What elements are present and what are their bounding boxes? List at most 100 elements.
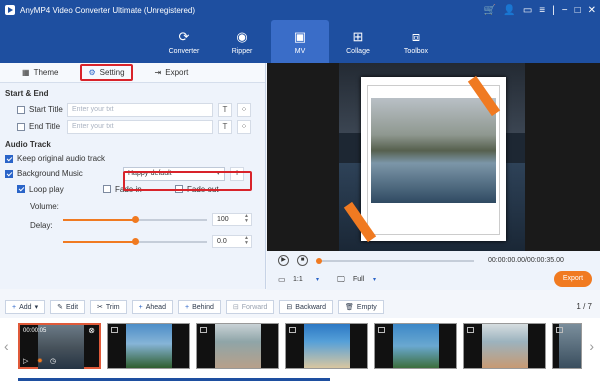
- nav-toolbox[interactable]: ⧈ Toolbox: [387, 20, 445, 63]
- aspect-ratio-select[interactable]: 1:1: [293, 276, 303, 283]
- timeline-clip[interactable]: [107, 323, 190, 369]
- scissors-icon: ✂: [97, 304, 103, 311]
- keep-audio-label: Keep original audio track: [17, 154, 106, 163]
- export-button[interactable]: Export: [554, 271, 592, 287]
- export-icon: ⇥: [154, 68, 162, 77]
- effect-icon[interactable]: ✹: [37, 357, 43, 365]
- start-title-label: Start Title: [29, 105, 63, 114]
- start-title-input[interactable]: Enter your txt: [67, 102, 213, 117]
- bg-music-checkbox[interactable]: [5, 169, 13, 178]
- backward-icon: ⊟: [286, 304, 293, 311]
- keep-audio-row: Keep original audio track: [5, 151, 265, 166]
- backward-button[interactable]: ⊟ Backward: [279, 300, 334, 314]
- end-title-input[interactable]: Enter your txt: [67, 119, 213, 134]
- timeline-clip[interactable]: [463, 323, 546, 369]
- clock-icon[interactable]: ◷: [50, 357, 56, 365]
- trim-button[interactable]: ✂ Trim: [90, 300, 127, 314]
- volume-slider-fill: [63, 219, 135, 221]
- window-controls: 🛒 👤 ▭ ≡ | − □ ✕: [484, 0, 596, 20]
- nav-mv[interactable]: ▣ MV: [271, 20, 329, 63]
- tab-label: Setting: [99, 68, 125, 77]
- nav-label: Ripper: [231, 47, 253, 55]
- add-button[interactable]: + Add ▾: [5, 300, 46, 314]
- close-icon[interactable]: ✕: [588, 5, 596, 16]
- clip-thumbnail: [482, 324, 528, 368]
- end-title-checkbox[interactable]: [17, 122, 25, 131]
- fade-in-checkbox[interactable]: [103, 185, 111, 193]
- player-controls: ▶ ■ 00:00:00.00/00:00:35.00 ▭ 1:1 ▾ 🖵 Fu…: [267, 251, 600, 290]
- play-icon[interactable]: ▶: [278, 255, 289, 266]
- text-settings-button[interactable]: ⁘: [237, 102, 251, 117]
- behind-button[interactable]: + Behind: [177, 300, 221, 314]
- cart-icon[interactable]: 🛒: [484, 5, 496, 16]
- preview-photo: [371, 98, 496, 203]
- play-icon[interactable]: ▷: [23, 357, 28, 365]
- gear-icon: ⚙: [88, 68, 96, 77]
- spinner-icon[interactable]: ▲ ▼: [244, 236, 249, 246]
- volume-slider-handle[interactable]: [132, 216, 139, 223]
- start-title-checkbox[interactable]: [17, 105, 25, 114]
- chevron-right-icon[interactable]: ›: [589, 338, 594, 354]
- end-title-row: End Title Enter your txt T ⁘: [17, 118, 265, 135]
- keep-audio-checkbox[interactable]: [5, 154, 13, 163]
- tab-theme[interactable]: ▦ Theme: [16, 65, 64, 80]
- timeline-scrollbar[interactable]: [18, 378, 330, 381]
- chevron-down-icon[interactable]: ▾: [373, 276, 376, 283]
- text-style-button[interactable]: T: [218, 119, 232, 134]
- app-title: AnyMP4 Video Converter Ultimate (Unregis…: [20, 5, 196, 15]
- user-icon[interactable]: 👤: [503, 5, 515, 16]
- tab-setting[interactable]: ⚙ Setting: [80, 64, 133, 81]
- text-settings-button[interactable]: ⁘: [237, 119, 251, 134]
- minimize-icon[interactable]: −: [562, 5, 568, 16]
- nav-collage[interactable]: ⊞ Collage: [329, 20, 387, 63]
- image-icon: [556, 327, 563, 333]
- tab-export[interactable]: ⇥ Export: [149, 65, 195, 80]
- clip-thumbnail: [215, 324, 261, 368]
- image-icon: [289, 327, 296, 333]
- close-icon[interactable]: ⊗: [88, 326, 95, 335]
- progress-handle[interactable]: [316, 258, 322, 264]
- page-indicator: 1 / 7: [576, 302, 592, 311]
- edit-icon: ✎: [57, 304, 63, 311]
- mv-icon: ▣: [293, 28, 307, 44]
- text-style-button[interactable]: T: [218, 102, 232, 117]
- nav-label: Toolbox: [403, 47, 429, 55]
- image-icon: [467, 327, 474, 333]
- toolbox-icon: ⧈: [411, 28, 421, 44]
- ahead-button[interactable]: + Ahead: [131, 300, 173, 314]
- view-mode-select[interactable]: Full: [353, 276, 364, 283]
- separator-icon: |: [552, 4, 555, 16]
- timeline-clip[interactable]: [285, 323, 368, 369]
- grid-icon: ▦: [22, 68, 30, 77]
- stop-icon[interactable]: ■: [297, 255, 308, 266]
- volume-input[interactable]: 100 ▲ ▼: [212, 213, 252, 226]
- delay-slider-handle[interactable]: [132, 238, 139, 245]
- menu-icon[interactable]: ≡: [539, 5, 545, 16]
- plus-icon: +: [12, 303, 17, 311]
- empty-button[interactable]: 🗑 Empty: [338, 300, 384, 314]
- add-label: Add: [19, 303, 32, 311]
- forward-button[interactable]: ⊟ Forward: [225, 300, 275, 314]
- image-icon: [111, 327, 118, 333]
- preview-canvas: [339, 63, 525, 251]
- delay-input[interactable]: 0.0 ▲ ▼: [212, 235, 252, 248]
- delay-label: Delay:: [30, 221, 53, 230]
- timeline-clip[interactable]: [196, 323, 279, 369]
- chevron-left-icon[interactable]: ‹: [4, 338, 9, 354]
- clip-thumbnail: [304, 324, 350, 368]
- maximize-icon[interactable]: □: [575, 5, 581, 16]
- timeline-clip[interactable]: 00:00:05 ⊗ ▷ ✹ ◷: [18, 323, 101, 369]
- spinner-icon[interactable]: ▲ ▼: [244, 214, 249, 224]
- chevron-down-icon[interactable]: ▾: [316, 276, 319, 283]
- timeline-clip[interactable]: [374, 323, 457, 369]
- timeline-clip[interactable]: [552, 323, 582, 369]
- clip-toolbar: + Add ▾ ✎ Edit ✂ Trim + Ahead + Behind ⊟ Forwar…: [0, 296, 600, 318]
- chat-icon[interactable]: ▭: [523, 5, 532, 16]
- progress-bar[interactable]: [318, 260, 474, 262]
- nav-ripper[interactable]: ◉ Ripper: [213, 20, 271, 63]
- nav-label: Collage: [346, 47, 370, 55]
- backward-label: Backward: [295, 303, 327, 311]
- nav-converter[interactable]: ⟳ Converter: [155, 20, 213, 63]
- loop-checkbox[interactable]: [17, 185, 25, 193]
- edit-button[interactable]: ✎ Edit: [50, 300, 86, 314]
